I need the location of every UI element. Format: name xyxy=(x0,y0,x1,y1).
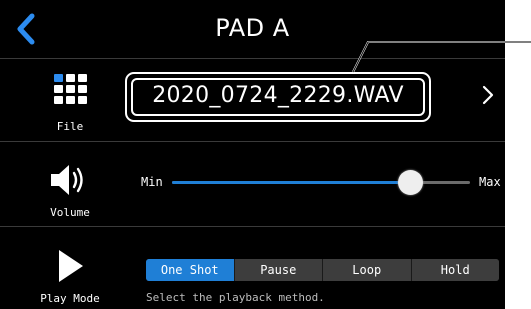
volume-slider-fill xyxy=(172,181,410,184)
volume-slider-knob[interactable] xyxy=(397,170,423,195)
play-mode-selector: One Shot Pause Loop Hold xyxy=(146,259,499,281)
play-mode-icon-box xyxy=(35,246,105,290)
volume-max-label: Max xyxy=(479,175,501,189)
divider xyxy=(0,141,505,142)
play-mode-hint: Select the playback method. xyxy=(146,291,325,304)
divider xyxy=(0,58,505,59)
file-button[interactable] xyxy=(35,72,105,112)
next-file-button[interactable] xyxy=(480,84,496,106)
filename-field[interactable]: 2020_0724_2229.WAV xyxy=(125,72,431,122)
header: PAD A xyxy=(0,0,505,58)
volume-icon-box xyxy=(35,160,105,204)
play-mode-option[interactable]: Pause xyxy=(233,259,322,281)
volume-label: Volume xyxy=(50,206,90,219)
device-screen: PAD A File 2020_0724_2229.WAV Volume Min… xyxy=(0,0,505,309)
play-mode-option[interactable]: Loop xyxy=(322,259,411,281)
play-mode-label: Play Mode xyxy=(40,292,100,305)
play-icon xyxy=(59,250,83,282)
play-mode-option[interactable]: Hold xyxy=(410,259,499,281)
page-title: PAD A xyxy=(215,14,290,42)
speaker-icon xyxy=(51,165,83,195)
divider xyxy=(0,226,505,227)
volume-slider[interactable] xyxy=(172,170,470,195)
grid-icon xyxy=(54,74,87,104)
chevron-right-icon xyxy=(482,85,494,105)
file-label: File xyxy=(56,120,84,133)
play-mode-option[interactable]: One Shot xyxy=(146,259,234,281)
volume-min-label: Min xyxy=(141,175,163,189)
filename-text: 2020_0724_2229.WAV xyxy=(152,83,404,108)
